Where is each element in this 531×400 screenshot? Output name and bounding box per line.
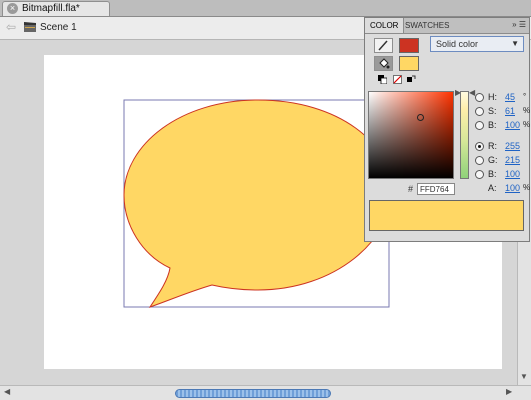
chevron-down-icon: ▼: [511, 39, 519, 48]
stroke-color-button[interactable]: [374, 38, 393, 53]
alpha-row: A: 100 %: [473, 183, 531, 195]
swap-colors-icon[interactable]: [407, 75, 416, 84]
alpha-unit: %: [523, 183, 531, 192]
blue-value[interactable]: 100: [505, 169, 520, 179]
saturation-unit: %: [523, 106, 531, 115]
saturation-radio[interactable]: [475, 107, 484, 116]
saturation-label: S:: [488, 106, 497, 116]
brightness-row: B: 100 %: [473, 120, 531, 132]
fill-color-swatch[interactable]: [399, 56, 419, 71]
red-radio[interactable]: [475, 142, 484, 151]
brightness-value[interactable]: 100: [505, 120, 520, 130]
saturation-row: S: 61 %: [473, 106, 531, 118]
brightness-radio[interactable]: [475, 121, 484, 130]
scroll-down-icon[interactable]: ▼: [520, 372, 528, 381]
blue-row: B: 100: [473, 169, 529, 181]
red-label: R:: [488, 141, 497, 151]
scroll-right-icon[interactable]: ▶: [506, 387, 512, 396]
alpha-label: A:: [488, 183, 497, 193]
blue-label: B:: [488, 169, 497, 179]
hex-hash-label: #: [408, 184, 414, 194]
scene-label[interactable]: Scene 1: [40, 22, 77, 33]
color-preview-swatch: [369, 200, 524, 231]
document-tab[interactable]: × Bitmapfill.fla*: [2, 1, 110, 16]
brightness-unit: %: [523, 120, 531, 129]
hue-row: H: 45 °: [473, 92, 529, 104]
brightness-slider[interactable]: [460, 91, 469, 179]
green-label: G:: [488, 155, 498, 165]
clapperboard-icon: [24, 22, 36, 32]
green-row: G: 215: [473, 155, 529, 167]
stroke-color-swatch[interactable]: [399, 38, 419, 53]
color-panel: COLOR SWATCHES » ☰ Solid color ▼ ▶ ◀ H: …: [364, 17, 530, 242]
pencil-icon: [378, 40, 388, 51]
paint-bucket-icon: [379, 58, 390, 69]
hue-label: H:: [488, 92, 497, 102]
green-radio[interactable]: [475, 156, 484, 165]
speech-bubble-shape: [123, 99, 393, 308]
hex-input[interactable]: FFD764: [417, 183, 455, 195]
tab-swatches[interactable]: SWATCHES: [400, 18, 454, 33]
hue-radio[interactable]: [475, 93, 484, 102]
panel-tabs: COLOR SWATCHES » ☰: [365, 18, 529, 34]
fill-type-dropdown[interactable]: Solid color ▼: [430, 36, 524, 52]
brightness-label: B:: [488, 120, 497, 130]
blue-radio[interactable]: [475, 170, 484, 179]
color-spectrum-picker[interactable]: [368, 91, 454, 179]
tab-color[interactable]: COLOR: [365, 18, 405, 33]
document-tab-title: Bitmapfill.fla*: [22, 3, 80, 14]
fill-color-button[interactable]: [374, 56, 393, 71]
no-color-icon[interactable]: [393, 75, 402, 84]
black-white-icon[interactable]: [378, 75, 388, 85]
fill-type-value: Solid color: [436, 39, 479, 49]
panel-menu-icon[interactable]: » ☰: [512, 20, 526, 29]
horizontal-scrollbar[interactable]: ◀ ▶: [0, 385, 531, 400]
scroll-left-icon[interactable]: ◀: [4, 387, 10, 396]
picker-cursor[interactable]: [416, 113, 424, 121]
document-tab-bar: × Bitmapfill.fla*: [0, 0, 531, 17]
close-icon[interactable]: ×: [7, 3, 18, 14]
hue-unit: °: [523, 92, 527, 101]
alpha-value[interactable]: 100: [505, 183, 520, 193]
red-row: R: 255: [473, 141, 529, 153]
hue-value[interactable]: 45: [505, 92, 515, 102]
red-value[interactable]: 255: [505, 141, 520, 151]
back-arrow-icon[interactable]: ⇦: [6, 20, 16, 34]
horizontal-scroll-thumb[interactable]: [175, 389, 331, 398]
green-value[interactable]: 215: [505, 155, 520, 165]
saturation-value[interactable]: 61: [505, 106, 515, 116]
